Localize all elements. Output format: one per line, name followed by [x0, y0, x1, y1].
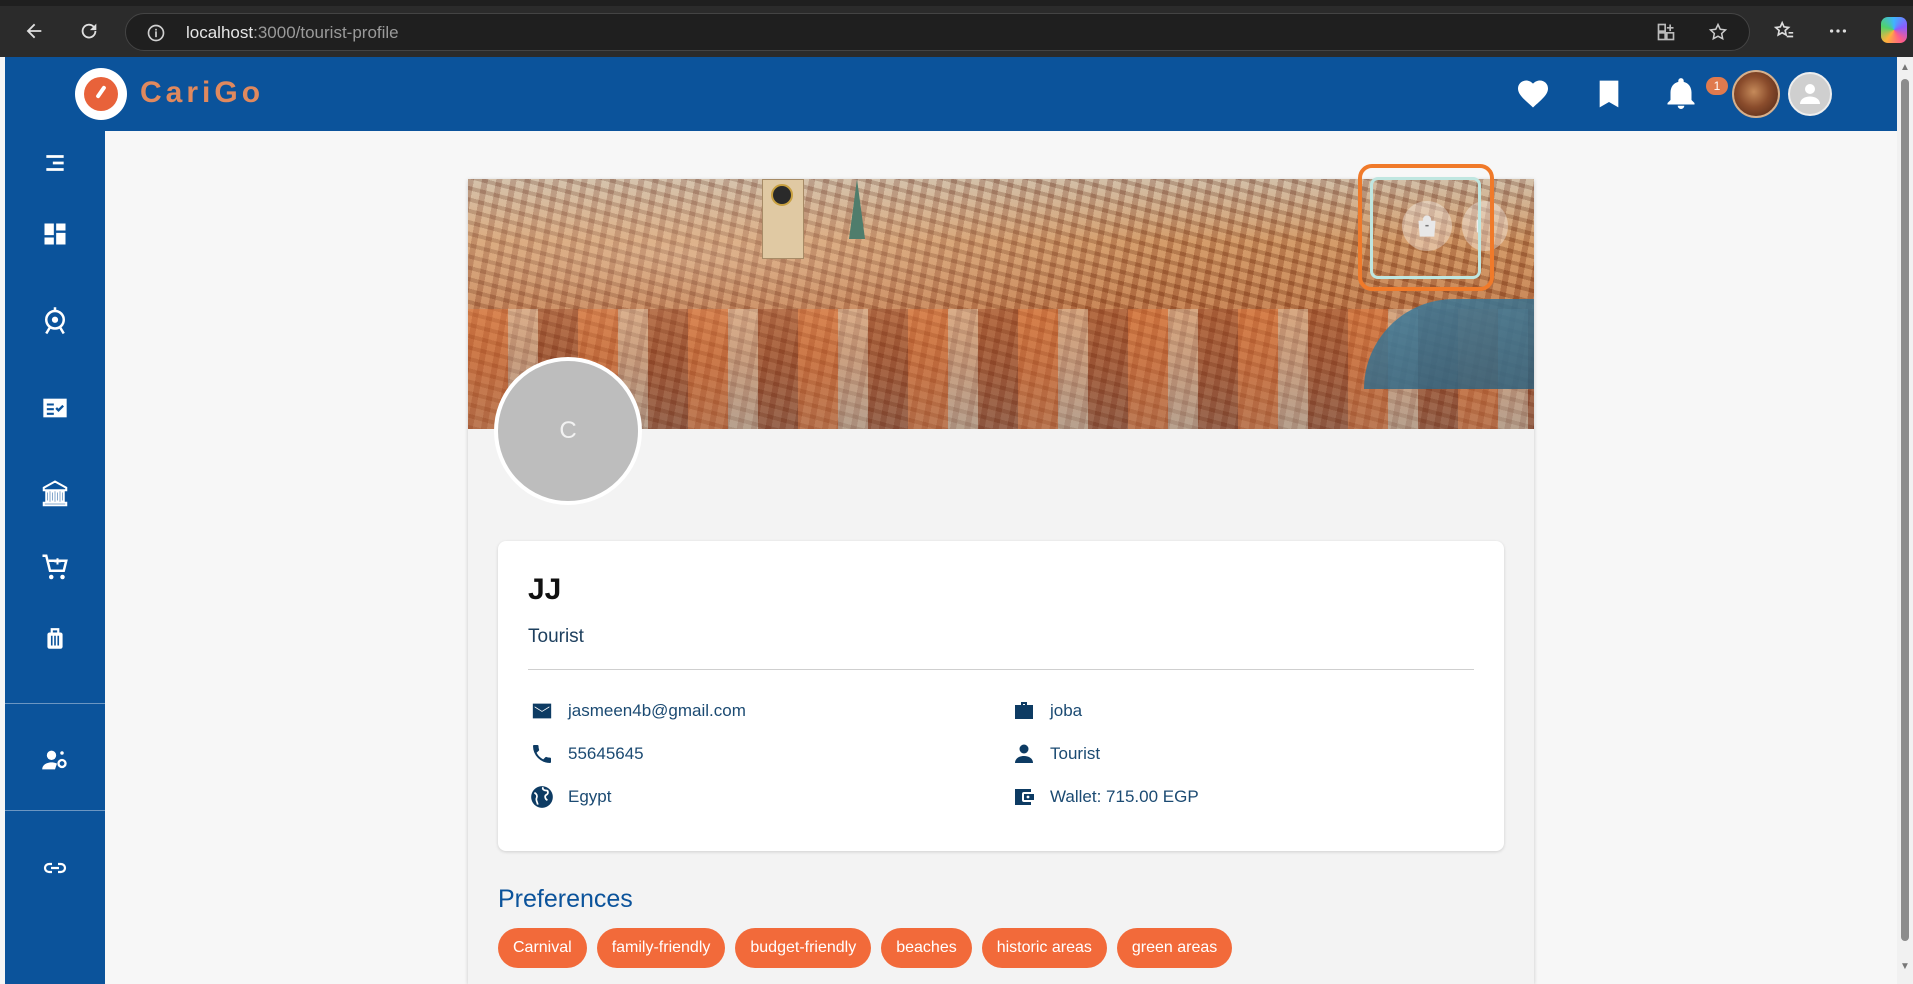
account-avatar[interactable]: [1788, 72, 1832, 116]
favorites-button[interactable]: [1766, 14, 1802, 48]
menu-icon: [46, 155, 64, 171]
wallet-value: Wallet: 715.00 EGP: [1050, 787, 1199, 806]
dashboard-icon: [44, 223, 66, 245]
scrollbar-thumb[interactable]: [1901, 79, 1909, 941]
preference-tag[interactable]: family-friendly: [596, 928, 726, 968]
nationality-value: Egypt: [568, 787, 612, 806]
notification-badge: 1: [1706, 77, 1728, 95]
url-text: localhost:3000/tourist-profile: [186, 23, 399, 43]
user-icon: [1800, 84, 1820, 104]
sidebar-item-user-settings[interactable]: [5, 735, 105, 785]
briefcase-icon: [1010, 697, 1038, 725]
email-icon: [528, 697, 556, 725]
avatar-initial: C: [559, 417, 577, 444]
more-button[interactable]: [1820, 14, 1856, 48]
sidebar-item-links[interactable]: [5, 843, 105, 893]
email-row: jasmeen4b@gmail.com: [528, 696, 746, 726]
luggage-icon: [47, 628, 63, 649]
sidebar-divider: [5, 703, 105, 704]
job-value: joba: [1050, 701, 1083, 720]
brand-name: CariGo: [140, 76, 265, 109]
scroll-down-icon[interactable]: ▼: [1900, 962, 1910, 972]
app-available-icon[interactable]: [1656, 22, 1676, 42]
more-dots-icon: [1829, 29, 1847, 33]
star-icon[interactable]: [1708, 22, 1728, 42]
wallet-row: Wallet: 715.00 EGP: [1010, 782, 1199, 812]
job-row: joba: [1010, 696, 1082, 726]
page-scrollbar[interactable]: ▲ ▼: [1897, 57, 1913, 984]
cover-spire: [849, 179, 865, 239]
divider: [528, 669, 1474, 670]
sidebar-item-museums[interactable]: [5, 469, 105, 519]
profile-card: C JJ Tourist jasmeen4b@gmail.com 5564564…: [468, 179, 1534, 984]
address-bar[interactable]: localhost:3000/tourist-profile: [125, 13, 1750, 51]
info-icon[interactable]: [146, 23, 166, 43]
back-button[interactable]: [16, 14, 52, 48]
sidebar-divider: [5, 810, 105, 811]
activities-icon: [45, 307, 65, 335]
preference-tag[interactable]: green areas: [1116, 928, 1233, 968]
phone-icon: [528, 740, 556, 768]
phone-value: 55645645: [568, 744, 644, 763]
sidebar-item-cart[interactable]: [5, 542, 105, 592]
preferences-title: Preferences: [498, 885, 633, 913]
sidebar: [5, 131, 105, 984]
app-header: CariGo 1: [5, 57, 1897, 131]
sidebar-item-itineraries[interactable]: [5, 383, 105, 433]
url-host: localhost: [186, 23, 254, 42]
info-card: JJ Tourist jasmeen4b@gmail.com 55645645 …: [498, 541, 1504, 851]
preference-tag[interactable]: Carnival: [498, 928, 587, 968]
preference-tag[interactable]: budget-friendly: [735, 928, 872, 968]
profile-name: JJ: [528, 573, 562, 606]
wallet-icon: [1010, 783, 1038, 811]
profile-photo-avatar[interactable]: [1732, 70, 1780, 118]
type-value: Tourist: [1050, 744, 1101, 763]
sidebar-item-activities[interactable]: [5, 296, 105, 346]
bookmark-icon[interactable]: [1593, 76, 1625, 112]
itineraries-icon: [43, 398, 67, 418]
copilot-icon[interactable]: [1881, 17, 1907, 43]
cart-icon: [42, 554, 68, 580]
reload-button[interactable]: [71, 14, 107, 48]
phone-row: 55645645: [528, 739, 644, 769]
main-content: C JJ Tourist jasmeen4b@gmail.com 5564564…: [105, 131, 1897, 984]
url-path: :3000/tourist-profile: [253, 23, 399, 42]
cover-clock-tower: [762, 179, 804, 259]
sidebar-menu-toggle[interactable]: [5, 138, 105, 188]
preference-tag[interactable]: historic areas: [981, 928, 1107, 968]
heart-icon[interactable]: [1514, 76, 1552, 112]
logo[interactable]: [75, 68, 127, 120]
refresh-icon: [81, 23, 97, 39]
type-row: Tourist: [1010, 739, 1100, 769]
browser-chrome: localhost:3000/tourist-profile: [0, 0, 1913, 57]
sidebar-item-dashboard[interactable]: [5, 209, 105, 259]
clock-icon: [771, 184, 793, 206]
nationality-row: Egypt: [528, 782, 611, 812]
highlight-annotation-inner: [1370, 177, 1481, 279]
scroll-up-icon[interactable]: ▲: [1900, 63, 1910, 73]
sidebar-item-trips[interactable]: [5, 614, 105, 664]
link-icon: [43, 862, 67, 874]
email-value: jasmeen4b@gmail.com: [568, 701, 746, 720]
preference-tag[interactable]: beaches: [881, 928, 972, 968]
favorites-icon: [1773, 20, 1794, 38]
profile-avatar[interactable]: C: [494, 357, 642, 505]
arrow-left-icon: [26, 23, 42, 39]
preferences-tags: Carnival family-friendly budget-friendly…: [498, 928, 1233, 968]
person-icon: [1010, 740, 1038, 768]
notification-bell-icon[interactable]: [1663, 76, 1699, 112]
museum-icon: [42, 480, 68, 507]
globe-icon: [528, 783, 556, 811]
profile-role: Tourist: [528, 626, 584, 647]
tab-strip: [0, 0, 1913, 6]
user-settings-icon: [42, 750, 67, 770]
logo-mark-icon: [84, 77, 118, 111]
